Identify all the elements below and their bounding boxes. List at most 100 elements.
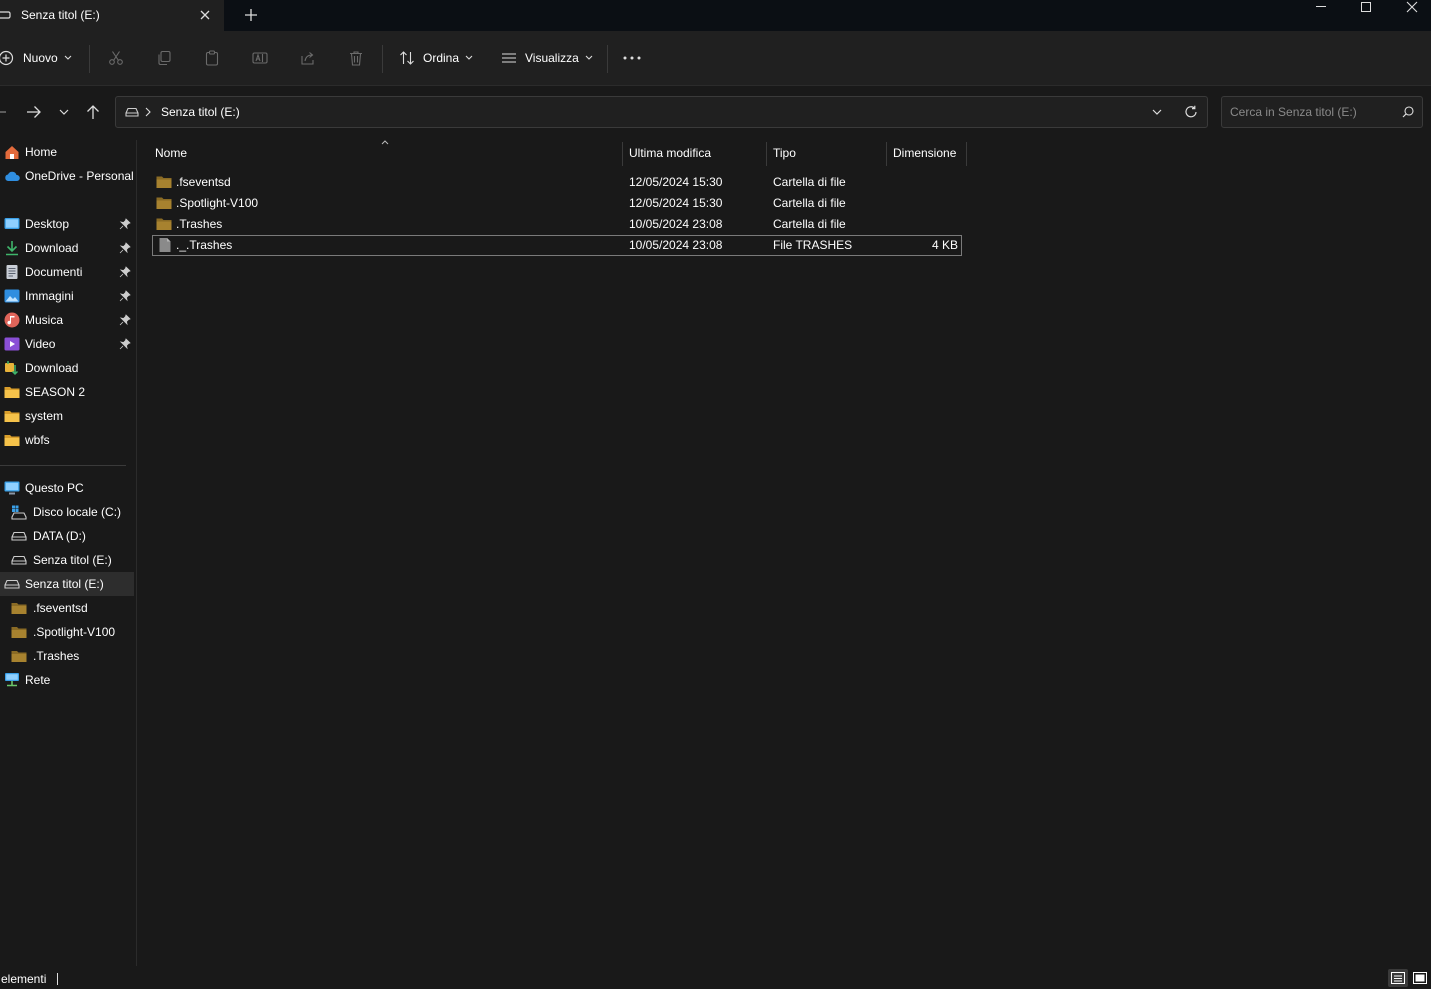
column-header-size[interactable]: Dimensione: [893, 146, 956, 160]
sidebar-item-label: .Spotlight-V100: [33, 625, 116, 639]
file-modified: 10/05/2024 23:08: [629, 217, 723, 231]
minimize-button[interactable]: [1298, 0, 1344, 31]
more-options-button[interactable]: [623, 43, 641, 73]
tab-senza-titol[interactable]: Senza titol (E:): [0, 0, 224, 31]
recent-locations-chevron-icon[interactable]: [59, 109, 69, 116]
home-icon: [4, 144, 20, 160]
view-button[interactable]: Visualizza: [501, 43, 593, 73]
sidebar-item-home[interactable]: Home: [0, 140, 134, 164]
column-header-name[interactable]: Nome: [155, 146, 187, 160]
cut-button[interactable]: [108, 43, 124, 73]
sidebar-item-this-pc[interactable]: Questo PC: [0, 476, 134, 500]
copy-button[interactable]: [156, 43, 172, 73]
cloud-icon: [4, 168, 20, 184]
file-modified: 12/05/2024 15:30: [629, 196, 723, 210]
breadcrumb-separator-icon[interactable]: [145, 107, 151, 117]
pictures-icon: [4, 288, 20, 304]
table-row-focused[interactable]: ._.Trashes 10/05/2024 23:08 File TRASHES…: [152, 235, 962, 256]
sidebar-item-label: Home: [25, 145, 58, 159]
refresh-icon[interactable]: [1184, 105, 1198, 119]
pin-icon[interactable]: [119, 242, 131, 254]
pin-icon[interactable]: [119, 266, 131, 278]
download-icon: [4, 240, 20, 256]
table-row[interactable]: .Spotlight-V100 12/05/2024 15:30 Cartell…: [152, 193, 962, 214]
file-type: Cartella di file: [773, 217, 846, 231]
sidebar-item-spotlight[interactable]: .Spotlight-V100: [0, 620, 134, 644]
pin-icon[interactable]: [119, 314, 131, 326]
address-bar[interactable]: Senza titol (E:): [115, 96, 1208, 128]
sidebar-item-system[interactable]: system: [0, 404, 134, 428]
sidebar-item-wbfs[interactable]: wbfs: [0, 428, 134, 452]
sidebar-item-download[interactable]: Download: [0, 236, 134, 260]
file-list: Nome Ultima modifica Tipo Dimensione .fs…: [137, 138, 1431, 966]
pin-icon[interactable]: [119, 338, 131, 350]
sidebar-item-video[interactable]: Video: [0, 332, 134, 356]
column-divider[interactable]: [622, 142, 623, 166]
details-view-button[interactable]: [1388, 969, 1408, 987]
sidebar-item-music[interactable]: Musica: [0, 308, 134, 332]
sidebar-item-desktop[interactable]: Desktop: [0, 212, 134, 236]
search-input[interactable]: [1230, 103, 1395, 121]
paste-button[interactable]: [204, 43, 220, 73]
forward-icon[interactable]: [26, 105, 42, 119]
sort-icon: [399, 50, 415, 66]
sidebar-item-drive-e-expanded[interactable]: Senza titol (E:): [0, 572, 134, 596]
list-view-icon: [501, 50, 517, 66]
column-divider[interactable]: [966, 142, 967, 166]
tiles-view-button[interactable]: [1410, 969, 1430, 987]
file-type: Cartella di file: [773, 196, 846, 210]
new-tab-icon[interactable]: [244, 8, 258, 22]
sidebar-item-download-recent[interactable]: Download: [0, 356, 134, 380]
pin-icon[interactable]: [119, 218, 131, 230]
drive-icon: [11, 552, 27, 568]
sidebar-item-onedrive[interactable]: OneDrive - Personal: [0, 164, 134, 188]
sidebar-item-label: .fseventsd: [33, 601, 88, 615]
sidebar-item-drive-c[interactable]: Disco locale (C:): [0, 500, 134, 524]
new-button[interactable]: Nuovo: [0, 43, 72, 73]
sidebar-item-label: Musica: [25, 313, 64, 327]
sidebar-item-trashes[interactable]: .Trashes: [0, 644, 134, 668]
column-divider[interactable]: [886, 142, 887, 166]
toolbar-divider: [607, 45, 608, 73]
clipboard-icon: [204, 50, 220, 66]
maximize-button[interactable]: [1343, 0, 1389, 31]
pin-icon[interactable]: [119, 290, 131, 302]
sidebar-item-season-2[interactable]: SEASON 2: [0, 380, 134, 404]
navigation-bar: Senza titol (E:): [0, 86, 1431, 138]
sidebar-item-label: Download: [25, 361, 79, 375]
video-icon: [4, 336, 20, 352]
sidebar-item-drive-e[interactable]: Senza titol (E:): [0, 548, 134, 572]
sidebar-item-label: Senza titol (E:): [25, 577, 104, 591]
sidebar-item-documents[interactable]: Documenti: [0, 260, 134, 284]
breadcrumb-current[interactable]: Senza titol (E:): [161, 105, 240, 119]
rename-button[interactable]: [252, 43, 268, 73]
column-header-modified[interactable]: Ultima modifica: [629, 146, 711, 160]
search-icon[interactable]: [1402, 106, 1414, 118]
column-divider[interactable]: [766, 142, 767, 166]
up-arrow-icon[interactable]: [86, 104, 100, 120]
column-header-type[interactable]: Tipo: [773, 146, 796, 160]
table-row[interactable]: .fseventsd 12/05/2024 15:30 Cartella di …: [152, 172, 962, 193]
sidebar-item-pictures[interactable]: Immagini: [0, 284, 134, 308]
sync-folder-icon: [4, 360, 20, 376]
sidebar-item-drive-d[interactable]: DATA (D:): [0, 524, 134, 548]
sort-label: Ordina: [423, 51, 460, 65]
close-window-button[interactable]: [1389, 0, 1431, 31]
sidebar-divider: [0, 465, 126, 466]
trash-icon: [348, 50, 364, 66]
file-type: Cartella di file: [773, 175, 846, 189]
close-tab-icon[interactable]: [198, 8, 212, 22]
share-button[interactable]: [300, 43, 316, 73]
table-row[interactable]: .Trashes 10/05/2024 23:08 Cartella di fi…: [152, 214, 962, 235]
sidebar-item-label: wbfs: [25, 433, 50, 447]
sidebar-item-fseventsd[interactable]: .fseventsd: [0, 596, 134, 620]
sidebar-item-label: Video: [25, 337, 56, 351]
sort-button[interactable]: Ordina: [399, 43, 473, 73]
search-box[interactable]: [1221, 96, 1423, 128]
sidebar-item-label: Immagini: [25, 289, 74, 303]
sidebar-item-label: Download: [25, 241, 79, 255]
back-icon[interactable]: [0, 105, 8, 119]
delete-button[interactable]: [348, 43, 364, 73]
sidebar-item-network[interactable]: Rete: [0, 668, 134, 692]
address-history-chevron-icon[interactable]: [1152, 109, 1162, 116]
